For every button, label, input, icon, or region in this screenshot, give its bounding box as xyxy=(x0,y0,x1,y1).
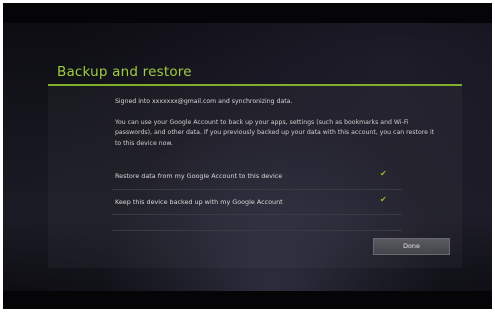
status-bar xyxy=(3,3,492,23)
backup-description: You can use your Google Account to back … xyxy=(115,119,435,147)
option-divider xyxy=(112,189,402,190)
system-bar xyxy=(3,291,492,309)
dialog-title: Backup and restore xyxy=(57,64,192,80)
keep-backed-up-option[interactable]: Keep this device backed up with my Googl… xyxy=(115,198,283,206)
option-divider xyxy=(112,214,402,215)
restore-data-option[interactable]: Restore data from my Google Account to t… xyxy=(115,172,282,180)
button-divider xyxy=(112,230,402,231)
check-icon[interactable]: ✔ xyxy=(380,169,387,178)
signed-in-text: Signed into xxxxxxx@gmail.com and synchr… xyxy=(115,98,293,105)
done-button[interactable]: Done xyxy=(373,238,450,255)
check-icon[interactable]: ✔ xyxy=(380,195,387,204)
